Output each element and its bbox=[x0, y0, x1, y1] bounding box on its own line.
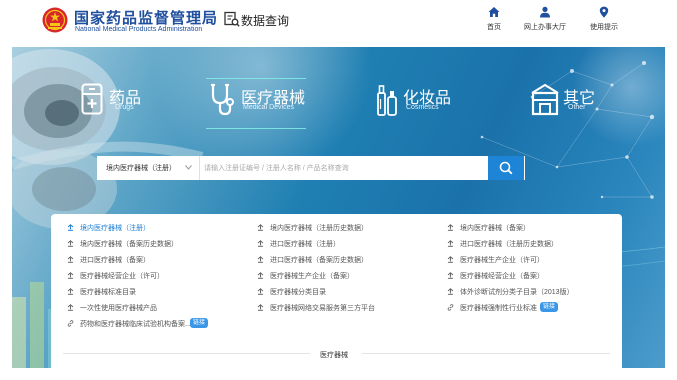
list-item-label: 进口医疗器械（注册历史数据） bbox=[460, 241, 558, 248]
home-icon bbox=[488, 7, 500, 17]
list-item-label: 境内医疗器械（备案历史数据） bbox=[80, 241, 178, 248]
up-arrow-icon bbox=[257, 256, 264, 263]
category-other-en: Other bbox=[568, 104, 586, 111]
section-divider-left bbox=[63, 353, 310, 354]
list-item-label: 药物和医疗器械临床试验机构备案... bbox=[80, 321, 191, 328]
list-item-label: 医疗器械生产企业（备案） bbox=[270, 273, 354, 280]
up-arrow-icon bbox=[257, 304, 264, 311]
list-item-label: 医疗器械标准目录 bbox=[80, 289, 136, 296]
list-item-label: 医疗器械经营企业（备案） bbox=[460, 273, 544, 280]
link-badge: 链接 bbox=[190, 318, 209, 328]
site-header: 国家药品监督管理局 National Medical Products Admi… bbox=[0, 0, 677, 46]
data-query-link[interactable]: 数据查询 bbox=[241, 12, 289, 29]
search-button[interactable] bbox=[488, 156, 524, 180]
list-item-label: 医疗器械网络交易服务第三方平台 bbox=[270, 305, 375, 312]
up-arrow-icon bbox=[67, 304, 74, 311]
nav-online-service-hall[interactable]: 网上办事大厅 bbox=[513, 6, 577, 32]
category-cosmetics-en: Cosmetics bbox=[406, 104, 439, 111]
active-category-indicator-top bbox=[206, 78, 306, 79]
active-category-indicator-bottom bbox=[206, 128, 306, 129]
up-arrow-icon bbox=[257, 272, 264, 279]
up-arrow-icon bbox=[67, 288, 74, 295]
nav-usage-tips[interactable]: 使用提示 bbox=[572, 6, 636, 32]
stethoscope-icon bbox=[211, 83, 234, 116]
section-divider-right bbox=[362, 353, 610, 354]
list-item-label: 进口医疗器械（备案） bbox=[80, 257, 150, 264]
category-cosmetics[interactable]: 化妆品 Cosmetics bbox=[376, 83, 466, 123]
list-item-label: 医疗器械强制性行业标准 bbox=[460, 305, 537, 312]
search-icon bbox=[499, 161, 513, 175]
list-item-label: 境内医疗器械（注册） bbox=[80, 225, 150, 232]
list-item-label: 进口医疗器械（备案历史数据） bbox=[270, 257, 368, 264]
list-item-label: 医疗器械分类目录 bbox=[270, 289, 326, 296]
list-item-label: 进口医疗器械（注册） bbox=[270, 241, 340, 248]
category-medical-devices-en: Medical Devices bbox=[243, 104, 294, 111]
up-arrow-icon bbox=[67, 256, 74, 263]
category-medical-devices[interactable]: 医疗器械 Medical Devices bbox=[210, 83, 320, 123]
list-item-label: 境内医疗器械（注册历史数据） bbox=[270, 225, 368, 232]
chevron-down-icon bbox=[185, 165, 192, 170]
search-input[interactable] bbox=[204, 160, 484, 176]
up-arrow-icon bbox=[67, 272, 74, 279]
category-drugs[interactable]: 药品 Drugs bbox=[81, 83, 161, 123]
section-title: 医疗器械 bbox=[320, 352, 348, 359]
up-arrow-icon bbox=[447, 240, 454, 247]
search-category-select[interactable]: 境内医疗器械（注册） bbox=[97, 156, 200, 180]
org-name-cn: 国家药品监督管理局 bbox=[74, 10, 219, 27]
up-arrow-icon bbox=[257, 288, 264, 295]
nav-usage-tips-label: 使用提示 bbox=[590, 24, 618, 31]
list-item-label: 一次性使用医疗器械产品 bbox=[80, 305, 157, 312]
data-query-icon[interactable] bbox=[224, 11, 240, 27]
storefront-icon bbox=[531, 83, 559, 116]
up-arrow-icon bbox=[67, 240, 74, 247]
list-item-label: 境内医疗器械（备案） bbox=[460, 225, 530, 232]
up-arrow-icon bbox=[257, 240, 264, 247]
nav-online-service-hall-label: 网上办事大厅 bbox=[524, 24, 566, 31]
search-category-value: 境内医疗器械（注册） bbox=[106, 165, 176, 172]
drug-cabinet-icon bbox=[81, 83, 103, 115]
org-name-en: National Medical Products Administration bbox=[75, 26, 203, 33]
up-arrow-icon bbox=[447, 224, 454, 231]
up-arrow-icon bbox=[67, 224, 74, 231]
user-icon bbox=[540, 6, 550, 18]
national-emblem-icon bbox=[42, 7, 68, 33]
category-other[interactable]: 其它 Other bbox=[529, 83, 609, 123]
up-arrow-icon bbox=[447, 272, 454, 279]
link-icon bbox=[447, 304, 454, 311]
list-item-label: 医疗器械经营企业（许可） bbox=[80, 273, 164, 280]
category-drugs-en: Drugs bbox=[115, 104, 134, 111]
link-icon bbox=[67, 320, 74, 327]
up-arrow-icon bbox=[257, 224, 264, 231]
cosmetics-bottle-icon bbox=[377, 85, 397, 116]
link-badge: 链接 bbox=[540, 302, 559, 312]
location-pin-icon bbox=[599, 6, 609, 18]
up-arrow-icon bbox=[447, 256, 454, 263]
search-bar: 境内医疗器械（注册） bbox=[97, 156, 525, 180]
list-item-label: 医疗器械生产企业（许可） bbox=[460, 257, 544, 264]
list-item-label: 体外诊断试剂分类子目录（2013版） bbox=[460, 289, 574, 296]
up-arrow-icon bbox=[447, 288, 454, 295]
